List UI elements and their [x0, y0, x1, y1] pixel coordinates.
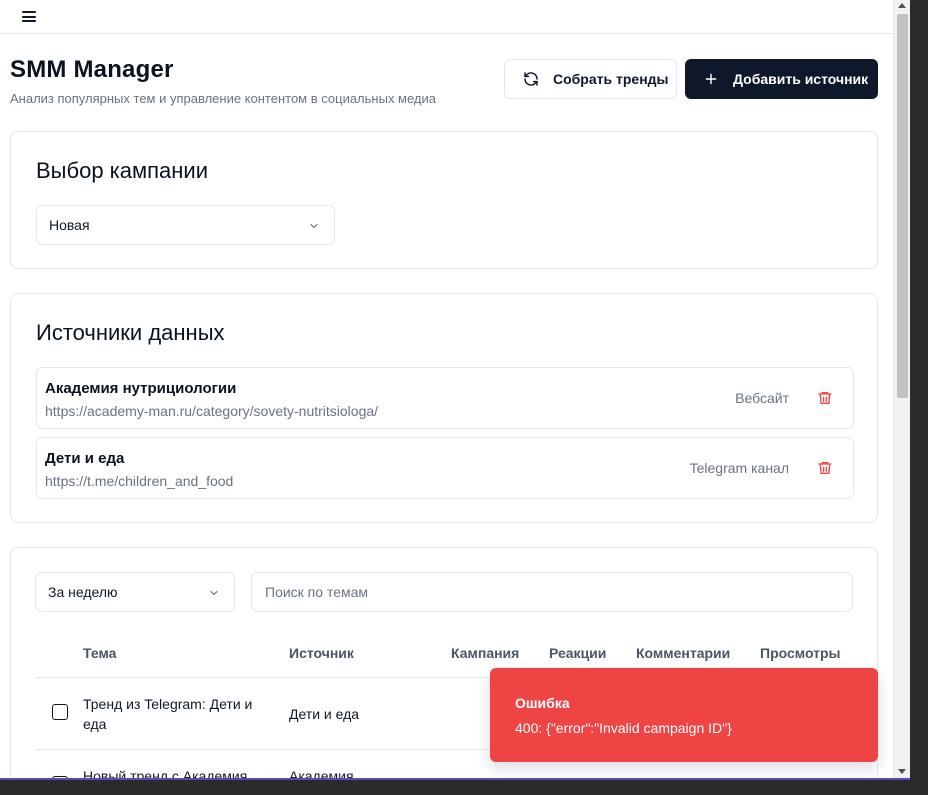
topic-search-input[interactable] — [251, 572, 853, 612]
refresh-icon — [523, 71, 539, 87]
toast-title: Ошибка — [515, 695, 570, 711]
page-title: SMM Manager — [10, 56, 174, 83]
source-item: Дети и еда https://t.me/children_and_foo… — [36, 437, 854, 499]
column-header-reactions[interactable]: Реакции — [549, 645, 606, 661]
top-bar — [0, 0, 910, 34]
page-subtitle: Анализ популярных тем и управление конте… — [10, 91, 437, 106]
app-window: SMM Manager Анализ популярных тем и упра… — [0, 0, 910, 780]
period-select[interactable]: За неделю — [35, 572, 235, 612]
add-source-label: Добавить источник — [733, 71, 869, 87]
trash-icon[interactable] — [817, 460, 833, 476]
column-header-comments[interactable]: Комментарии — [636, 645, 730, 661]
campaign-card: Выбор кампании Новая — [10, 131, 878, 269]
collect-trends-label: Собрать тренды — [553, 71, 669, 87]
source-name: Академия нутрициологии — [45, 380, 237, 397]
source-type: Telegram канал — [689, 460, 789, 476]
row-topic: Новый тренд с Академия — [83, 768, 248, 780]
source-type: Вебсайт — [735, 390, 789, 406]
source-name: Дети и еда — [45, 450, 125, 467]
sources-card: Источники данных Академия нутрициологии … — [10, 293, 878, 523]
row-source: Дети и еда — [289, 706, 360, 722]
chevron-down-icon — [310, 223, 318, 229]
collect-trends-button[interactable]: Собрать тренды — [504, 59, 677, 99]
source-url: https://academy-man.ru/category/sovety-n… — [45, 403, 379, 419]
source-item: Академия нутрициологии https://academy-m… — [36, 367, 854, 429]
row-source: Академия — [289, 768, 354, 780]
campaign-card-title: Выбор кампании — [36, 158, 209, 183]
scroll-thumb[interactable] — [897, 14, 908, 398]
column-header-campaign[interactable]: Кампания — [451, 645, 519, 661]
scroll-down-arrow-icon[interactable] — [898, 769, 906, 774]
add-source-button[interactable]: Добавить источник — [685, 59, 878, 99]
column-header-topic[interactable]: Тема — [83, 645, 116, 661]
row-checkbox[interactable] — [52, 704, 68, 720]
trash-icon[interactable] — [817, 390, 833, 406]
page-header: SMM Manager Анализ популярных тем и упра… — [10, 56, 436, 106]
campaign-select-value: Новая — [49, 217, 90, 233]
source-url: https://t.me/children_and_food — [45, 473, 234, 489]
chevron-down-icon — [210, 590, 218, 596]
column-header-source[interactable]: Источник — [289, 645, 354, 661]
row-checkbox[interactable] — [52, 776, 68, 778]
error-toast[interactable]: Ошибка 400: {"error":"Invalid campaign I… — [490, 668, 878, 762]
vertical-scrollbar[interactable] — [893, 0, 910, 778]
period-select-value: За неделю — [48, 584, 118, 600]
sources-card-title: Источники данных — [36, 320, 225, 345]
plus-icon — [703, 71, 719, 87]
toast-message: 400: {"error":"Invalid campaign ID"} — [515, 720, 732, 736]
scroll-up-arrow-icon[interactable] — [898, 3, 906, 8]
menu-icon[interactable] — [22, 11, 36, 22]
campaign-select[interactable]: Новая — [36, 205, 335, 245]
column-header-views[interactable]: Просмотры — [760, 645, 841, 661]
row-topic: Тренд из Telegram: Дети и еда — [83, 696, 253, 732]
